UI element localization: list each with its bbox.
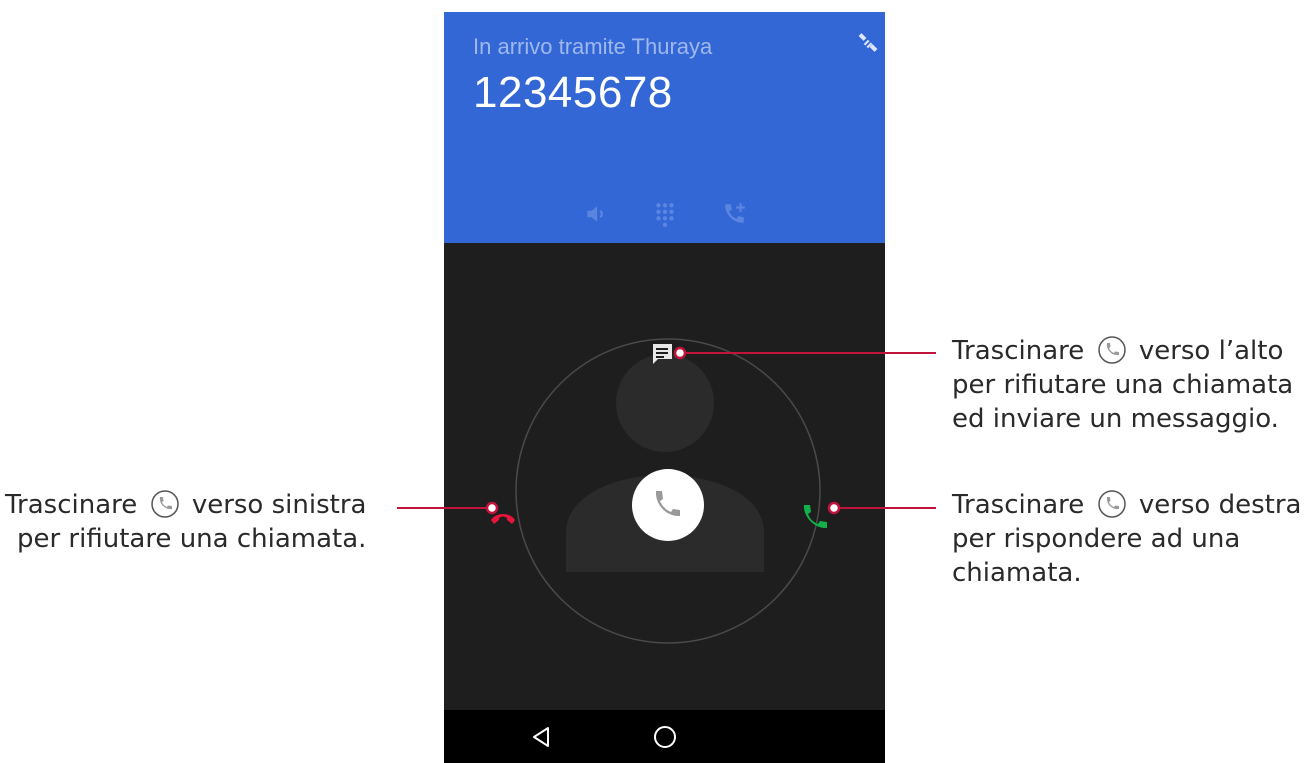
phone-handle-icon bbox=[150, 490, 179, 518]
callout-left-post: verso sinistra bbox=[191, 490, 367, 520]
callout-reject-call: Trascinare verso sinistra per rifiutare … bbox=[5, 488, 366, 556]
callout-answer-call: Trascinare verso destra per rispondere a… bbox=[952, 488, 1301, 590]
caller-number: 12345678 bbox=[473, 68, 673, 117]
answer-area bbox=[491, 338, 827, 644]
incoming-label: In arrivo tramite Thuraya bbox=[473, 34, 713, 59]
satellite-icon bbox=[857, 33, 879, 55]
callout-left-pre: Trascinare bbox=[5, 490, 138, 520]
callout-left-line2: per rifiutare una chiamata. bbox=[16, 524, 367, 554]
reject-call-icon[interactable] bbox=[491, 514, 515, 524]
dialpad-icon[interactable] bbox=[652, 201, 678, 227]
callout-top-line3: ed inviare un messaggio. bbox=[952, 404, 1279, 434]
back-icon[interactable] bbox=[528, 723, 556, 751]
callout-top-line2: per rifiutare una chiamata bbox=[952, 370, 1294, 400]
callout-right-line2: per rispondere ad una bbox=[952, 524, 1241, 554]
speaker-icon[interactable] bbox=[583, 201, 609, 227]
answer-call-icon[interactable] bbox=[803, 505, 827, 529]
callout-top-pre: Trascinare bbox=[952, 336, 1085, 366]
callout-right-post: verso destra bbox=[1138, 490, 1302, 520]
phone-screen: In arrivo tramite Thuraya 12345678 bbox=[444, 12, 885, 763]
call-header: In arrivo tramite Thuraya 12345678 bbox=[444, 12, 885, 243]
phone-handle-icon bbox=[1097, 336, 1126, 364]
phone-handle-icon bbox=[1097, 490, 1126, 518]
add-call-icon[interactable] bbox=[721, 201, 747, 227]
home-icon[interactable] bbox=[651, 723, 679, 751]
callout-right-line3: chiamata. bbox=[952, 558, 1082, 588]
callout-top-post: verso l’alto bbox=[1138, 336, 1284, 366]
callout-right-pre: Trascinare bbox=[952, 490, 1085, 520]
callout-decline-with-message: Trascinare verso l’alto per rifiutare un… bbox=[952, 334, 1293, 436]
call-handle-button[interactable] bbox=[632, 469, 704, 541]
navigation-bar bbox=[444, 710, 885, 763]
